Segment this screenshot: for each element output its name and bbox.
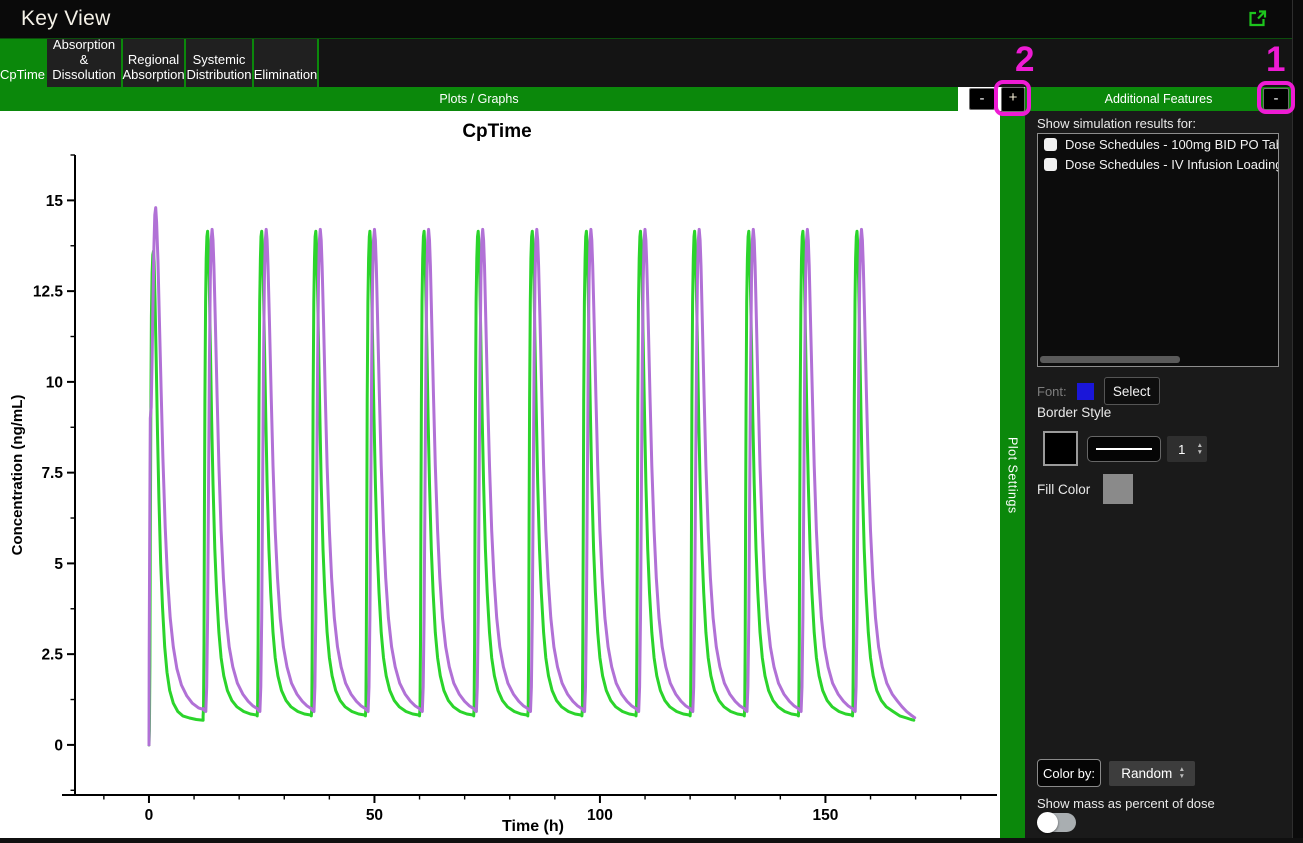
- result-checkbox-unchecked[interactable]: [1044, 138, 1057, 151]
- color-by-dropdown[interactable]: Random ▲ ▼: [1109, 760, 1195, 786]
- border-line-style-picker[interactable]: [1087, 436, 1161, 462]
- tab-cptime[interactable]: CpTime: [0, 39, 47, 87]
- y-axis-label: Concentration (ng/mL): [9, 395, 26, 556]
- fill-color-swatch[interactable]: [1103, 474, 1134, 504]
- window-right-edge: [1292, 0, 1303, 838]
- mass-percent-toggle[interactable]: [1037, 812, 1077, 833]
- window-title: Key View: [21, 7, 111, 30]
- svg-text:7.5: 7.5: [41, 465, 63, 482]
- horizontal-scrollbar-thumb[interactable]: [1040, 356, 1180, 363]
- tab-elimination[interactable]: Elimination: [254, 39, 319, 87]
- svg-text:50: 50: [366, 807, 383, 824]
- border-style-label: Border Style: [1037, 405, 1112, 420]
- simulation-results-list[interactable]: Dose Schedules - 100mg BID PO Tablet - Do…: [1037, 133, 1279, 367]
- toggle-knob: [1037, 812, 1058, 833]
- additional-features-panel: Show simulation results for: Dose Schedu…: [1025, 111, 1292, 838]
- chart-series-lines: [147, 206, 917, 747]
- result-item-label: Dose Schedules - IV Infusion Loading plu: [1065, 157, 1279, 172]
- additional-features-header: Additional Features: [1025, 87, 1292, 111]
- fill-color-row: Fill Color: [1037, 474, 1134, 504]
- color-by-button[interactable]: Color by:: [1037, 759, 1101, 787]
- svg-text:0: 0: [54, 737, 63, 754]
- result-checkbox-unchecked[interactable]: [1044, 158, 1057, 171]
- spinner-arrows[interactable]: ▲ ▼: [1197, 442, 1207, 456]
- tab-strip: CpTime Absorption & Dissolution Regional A…: [0, 37, 1303, 87]
- spinner-down-icon[interactable]: ▼: [1197, 449, 1203, 456]
- svg-text:2.5: 2.5: [41, 647, 63, 664]
- svg-text:5: 5: [54, 556, 63, 573]
- plot-area: CpTime 0 50 100 150 0 2.5 5 7.5 10 12.5 15 Time (h…: [0, 111, 1000, 838]
- tab-absorption-dissolution[interactable]: Absorption & Dissolution: [47, 37, 123, 87]
- plots-collapse-button[interactable]: -: [969, 88, 995, 110]
- font-select-button[interactable]: Select: [1103, 377, 1160, 405]
- plots-graphs-title: Plots / Graphs: [439, 92, 519, 106]
- chart-title: CpTime: [462, 121, 531, 142]
- open-in-new-icon[interactable]: [1248, 9, 1267, 28]
- svg-text:100: 100: [587, 807, 613, 824]
- result-item-label: Dose Schedules - 100mg BID PO Tablet -: [1065, 137, 1278, 152]
- svg-text:150: 150: [812, 807, 838, 824]
- border-width-value: 1: [1178, 441, 1186, 457]
- svg-text:12.5: 12.5: [33, 284, 64, 301]
- border-color-swatch[interactable]: [1043, 431, 1078, 466]
- show-results-label: Show simulation results for:: [1037, 116, 1196, 131]
- title-bar: Key View: [0, 0, 1303, 38]
- dropdown-arrows-icon: ▲ ▼: [1178, 765, 1185, 780]
- tab-regional-absorption[interactable]: Regional Absorption: [122, 39, 186, 87]
- color-by-row: Color by: Random ▲ ▼: [1037, 759, 1195, 787]
- plot-settings-tab[interactable]: Plot Settings: [1000, 112, 1025, 838]
- font-row: Font: Select: [1037, 377, 1160, 405]
- svg-text:10: 10: [46, 374, 63, 391]
- plots-graphs-header: Plots / Graphs: [0, 87, 958, 111]
- additional-features-collapse-button[interactable]: -: [1263, 88, 1289, 110]
- chart-axes: 0 50 100 150 0 2.5 5 7.5 10 12.5 15: [33, 154, 997, 824]
- spinner-up-icon[interactable]: ▲: [1197, 442, 1203, 449]
- result-item: Dose Schedules - IV Infusion Loading plu: [1038, 154, 1278, 174]
- tab-systemic-distribution[interactable]: Systemic Distribution: [186, 39, 254, 87]
- result-item: Dose Schedules - 100mg BID PO Tablet -: [1038, 134, 1278, 154]
- plots-expand-button[interactable]: +: [1001, 87, 1025, 112]
- plot-settings-tab-label: Plot Settings: [1005, 436, 1020, 514]
- color-by-selected: Random: [1121, 765, 1173, 781]
- fill-color-label: Fill Color: [1037, 481, 1091, 497]
- font-label: Font:: [1037, 383, 1067, 399]
- simulation-results-items: Dose Schedules - 100mg BID PO Tablet - Do…: [1038, 134, 1278, 174]
- x-axis-label: Time (h): [502, 818, 564, 835]
- font-color-swatch[interactable]: [1076, 382, 1094, 400]
- mass-percent-label: Show mass as percent of dose: [1037, 796, 1215, 811]
- svg-text:0: 0: [145, 807, 154, 824]
- cptime-chart-svg: CpTime 0 50 100 150 0 2.5 5 7.5 10 12.5 15 Time (h…: [9, 121, 997, 835]
- border-width-spinner[interactable]: 1 ▲ ▼: [1167, 436, 1207, 462]
- svg-text:15: 15: [46, 193, 64, 210]
- additional-features-title: Additional Features: [1104, 92, 1213, 106]
